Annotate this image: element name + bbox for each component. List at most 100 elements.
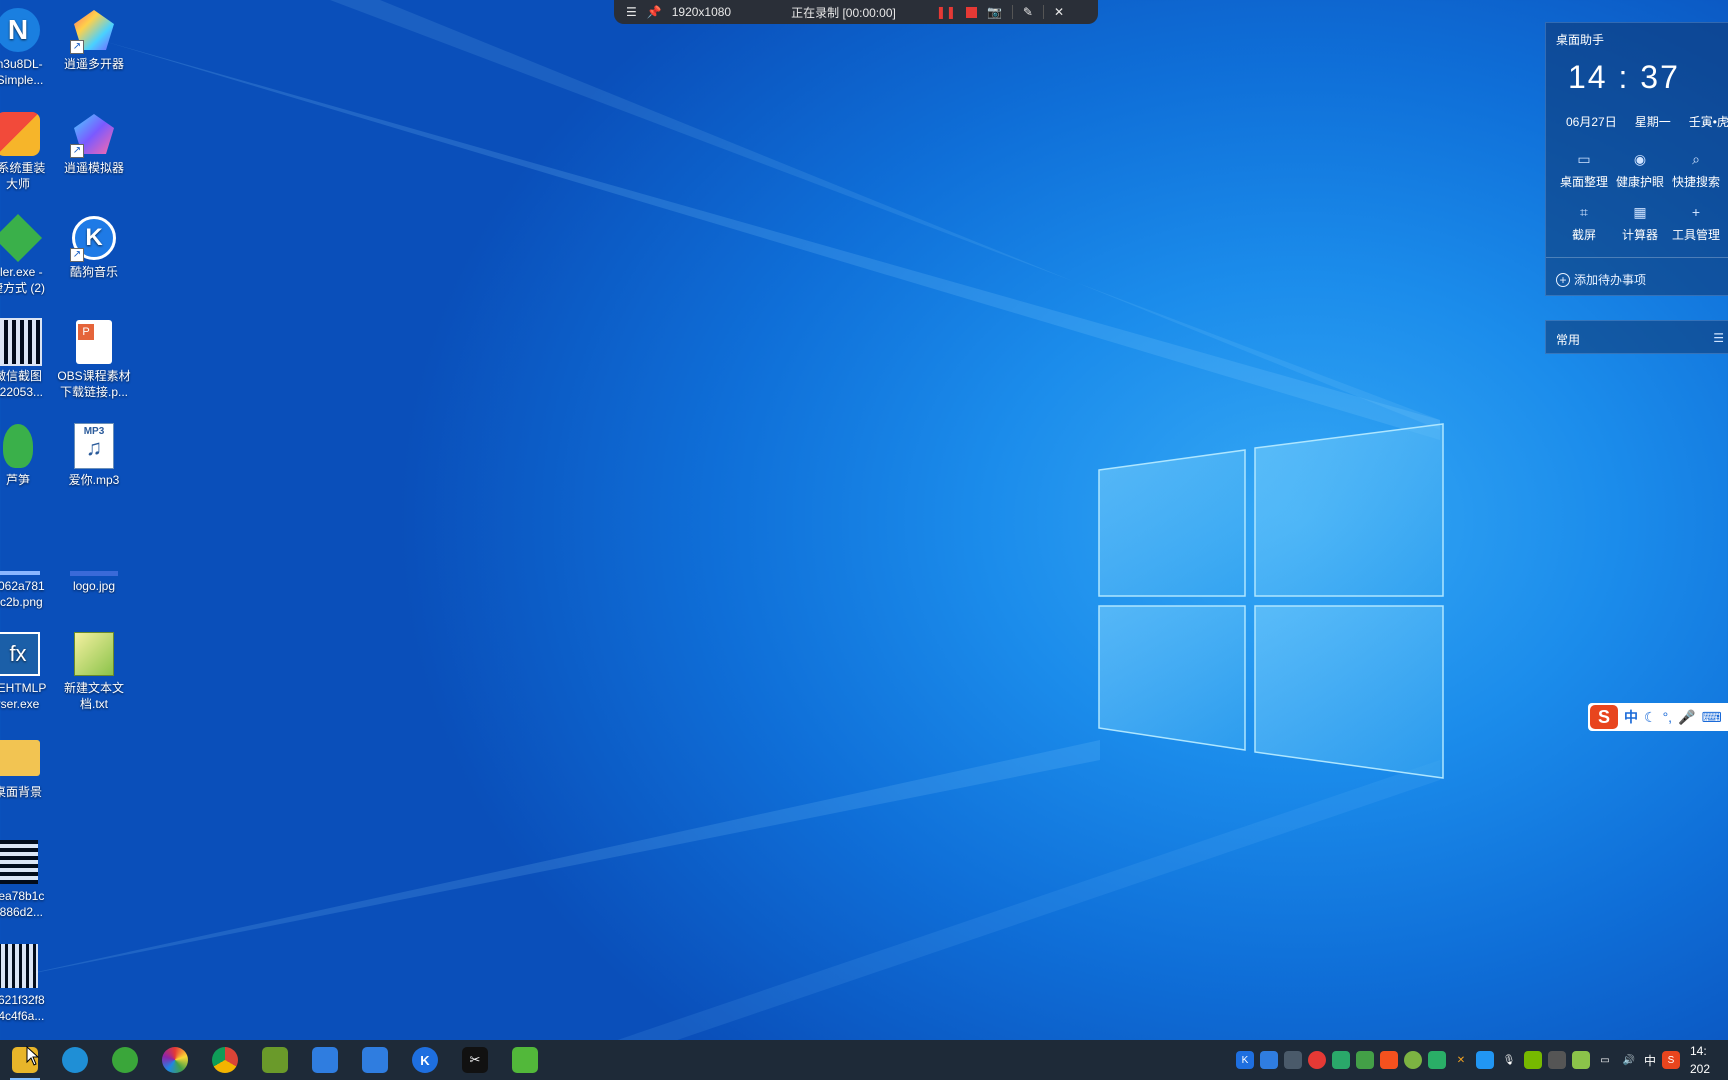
notepad-icon: [262, 1047, 288, 1073]
desktop-icon-new-txt[interactable]: 新建文本文 档.txt: [46, 630, 142, 712]
common-panel[interactable]: 常用 ☰: [1545, 320, 1728, 354]
ppt-file-icon: P: [70, 318, 118, 366]
taskbar-capcut[interactable]: ✂: [450, 1040, 500, 1080]
desktop-icon-xiaoyao-emulator[interactable]: ↗ 逍遥模拟器: [46, 110, 142, 176]
n-app-icon: N: [0, 6, 42, 54]
desktop-icon-qr-3[interactable]: d621f32f8 44c4f6a...: [0, 942, 66, 1024]
system-reinstall-icon: [0, 110, 42, 158]
widget-date: 06月27日: [1566, 115, 1617, 129]
moon-icon[interactable]: ☾: [1644, 709, 1657, 726]
tray-message-icon[interactable]: [1284, 1051, 1302, 1069]
qrcode-image-icon: [0, 838, 42, 886]
tool-screenshot[interactable]: ⌗ 截屏: [1556, 204, 1612, 243]
ime-mode[interactable]: 中: [1624, 707, 1638, 727]
pause-icon[interactable]: ❚❚: [936, 5, 956, 19]
stop-icon[interactable]: [965, 6, 977, 18]
screen-recorder-bar: ☰ 📌 1920x1080 正在录制 [00:00:00] ❚❚ 📷 ✎ ✕: [614, 0, 1098, 24]
kugou-icon: K: [412, 1047, 438, 1073]
taskbar-360-browser[interactable]: [100, 1040, 150, 1080]
xiaoyao-multi-icon: ↗: [70, 6, 118, 54]
menu-icon[interactable]: ☰: [626, 5, 637, 19]
widget-clock: 14 : 37: [1568, 59, 1680, 95]
tray-wechat-icon[interactable]: [1428, 1051, 1446, 1069]
browser-360-icon: [112, 1047, 138, 1073]
tray-ime-mode[interactable]: 中: [1644, 1052, 1656, 1069]
tray-edge-icon[interactable]: [1332, 1051, 1350, 1069]
fiddler-icon: [0, 213, 43, 263]
list-icon[interactable]: ☰: [1713, 331, 1724, 345]
windows-logo: [1098, 423, 1444, 779]
green-app-icon: [512, 1047, 538, 1073]
recording-status: 正在录制 [00:00:00]: [791, 5, 896, 20]
pin-icon[interactable]: 📌: [647, 5, 662, 19]
feishu-icon: [362, 1047, 388, 1073]
taskbar-kugou[interactable]: K: [400, 1040, 450, 1080]
widget-weekday: 星期一: [1634, 115, 1671, 129]
pen-icon[interactable]: ✎: [1023, 5, 1033, 19]
txt-file-icon: [70, 630, 118, 678]
taskbar-file-explorer[interactable]: [0, 1040, 50, 1080]
edge-icon: [62, 1047, 88, 1073]
tool-desktop-organize[interactable]: ▭ 桌面整理: [1556, 151, 1612, 190]
taskbar-green-app[interactable]: [500, 1040, 550, 1080]
desktop-icon-desktop-bg[interactable]: 桌面背景: [0, 734, 66, 800]
feishu-icon: [312, 1047, 338, 1073]
desktop-icon-kugou[interactable]: K ↗ 酷狗音乐: [46, 214, 142, 280]
close-icon[interactable]: ✕: [1054, 5, 1064, 19]
calculator-icon: ▦: [1633, 203, 1647, 220]
search-icon: ⌕: [1692, 150, 1700, 167]
tool-quick-search[interactable]: ⌕ 快捷搜索: [1668, 151, 1724, 190]
tray-orange-icon[interactable]: [1380, 1051, 1398, 1069]
tray-app-icon[interactable]: [1572, 1051, 1590, 1069]
recording-resolution: 1920x1080: [671, 5, 732, 19]
taskbar-color-app[interactable]: [150, 1040, 200, 1080]
folder-icon: [0, 734, 42, 782]
taskbar-clock[interactable]: 14: 202: [1690, 1042, 1710, 1078]
desktop-icon-obs-ppt[interactable]: P OBS课程素材 下载链接.p...: [46, 318, 142, 400]
taskbar-feishu-b[interactable]: [350, 1040, 400, 1080]
taskbar-chrome[interactable]: [200, 1040, 250, 1080]
desktop-icon-mp3[interactable]: MP3 ♫ 爱你.mp3: [46, 422, 142, 488]
tray-record-icon[interactable]: [1308, 1051, 1326, 1069]
tool-calculator[interactable]: ▦ 计算器: [1612, 204, 1668, 243]
tray-volume-icon[interactable]: 🔊: [1620, 1051, 1638, 1069]
microphone-icon[interactable]: 🎤: [1678, 709, 1695, 726]
exe-file-icon: fx: [0, 630, 42, 678]
tray-dot-icon[interactable]: [1404, 1051, 1422, 1069]
desktop-icon-qr-2[interactable]: 1ea78b1c 6886d2...: [0, 838, 66, 920]
divider: [1011, 5, 1013, 19]
tray-mic-icon[interactable]: 🎙: [1500, 1051, 1518, 1069]
desktop-icon-logo-jpg[interactable]: logo.jpg: [46, 570, 142, 594]
widget-title: 桌面助手: [1556, 33, 1605, 47]
tray-kugou-icon[interactable]: K: [1236, 1051, 1254, 1069]
tray-network-icon[interactable]: ▭: [1596, 1051, 1614, 1069]
desktop-icon-xiaoyao-multi[interactable]: ↗ 逍遥多开器: [46, 6, 142, 72]
tool-eye-care[interactable]: ◉ 健康护眼: [1612, 151, 1668, 190]
taskbar-notepad[interactable]: [250, 1040, 300, 1080]
system-tray: K ✕ 🎙 ▭ 🔊 中 S: [1236, 1040, 1681, 1080]
tool-manage[interactable]: + 工具管理: [1668, 204, 1724, 243]
punctuation-icon[interactable]: °,: [1663, 709, 1673, 725]
add-todo-button[interactable]: + 添加待办事项: [1556, 271, 1646, 288]
tray-cross-icon[interactable]: ✕: [1452, 1051, 1470, 1069]
tray-feishu-icon[interactable]: [1260, 1051, 1278, 1069]
jpg-file-icon: [70, 570, 118, 576]
add-circle-icon: +: [1556, 272, 1570, 287]
tray-green-icon[interactable]: [1356, 1051, 1374, 1069]
mp3-file-icon: MP3 ♫: [70, 422, 118, 470]
mouse-cursor-icon: [26, 1046, 40, 1066]
tray-nvidia-icon[interactable]: [1524, 1051, 1542, 1069]
sogou-logo-icon: S: [1590, 705, 1618, 729]
camera-icon[interactable]: 📷: [987, 5, 1002, 19]
wallpaper-light-beams: [0, 0, 1440, 1080]
taskbar-edge[interactable]: [50, 1040, 100, 1080]
ime-toolbar[interactable]: S 中 ☾ °, 🎤 ⌨: [1588, 703, 1728, 731]
keyboard-icon[interactable]: ⌨: [1702, 709, 1722, 726]
color-wheel-icon: [162, 1047, 188, 1073]
tray-sogou-icon[interactable]: S: [1662, 1051, 1681, 1069]
qrcode-image-icon: [0, 318, 42, 366]
tray-defender-icon[interactable]: [1548, 1051, 1566, 1069]
taskbar-feishu-a[interactable]: [300, 1040, 350, 1080]
tray-window-icon[interactable]: [1476, 1051, 1494, 1069]
chrome-icon: [212, 1047, 238, 1073]
